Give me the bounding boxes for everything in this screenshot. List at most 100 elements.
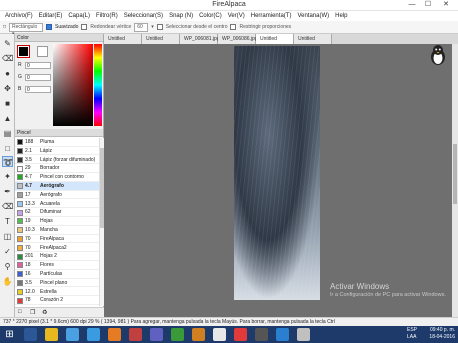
- from-center-checkbox[interactable]: [156, 24, 163, 30]
- menu-filtro[interactable]: Filtro(R): [93, 11, 121, 21]
- menu-color[interactable]: Color(C): [196, 11, 225, 21]
- file-explorer-icon[interactable]: [45, 328, 58, 341]
- maximize-button[interactable]: ☐: [420, 0, 436, 10]
- canvas-scrollbar-thumb[interactable]: [453, 144, 457, 204]
- document-tab[interactable]: WP_006081.jpg: [180, 34, 220, 44]
- brush-item[interactable]: 12.0 Estrella: [15, 288, 104, 297]
- brush-item[interactable]: 29 Borrador: [15, 164, 104, 173]
- brush-item[interactable]: 18 Flores: [15, 261, 104, 270]
- brush-item[interactable]: 4.7 Pincel con contorno: [15, 173, 104, 182]
- activation-watermark-text: Ir a Configuración de PC para activar Wi…: [330, 292, 446, 298]
- lasso-tool-icon[interactable]: ➰: [2, 156, 13, 167]
- text-tool-icon[interactable]: T: [2, 216, 13, 227]
- app-icon-red-2[interactable]: [234, 328, 247, 341]
- r-input[interactable]: 0: [25, 62, 51, 69]
- document-tab[interactable]: Untitled: [142, 34, 180, 44]
- fill-square-icon[interactable]: ■: [2, 98, 13, 109]
- brush-item[interactable]: 3.5 Lápiz (forzar difuminado): [15, 156, 104, 165]
- b-input[interactable]: 0: [25, 86, 51, 93]
- round-corner-stepper-icon[interactable]: ▾: [151, 23, 154, 31]
- canvas-image[interactable]: [234, 46, 320, 300]
- brush-item[interactable]: 188 Pluma: [15, 138, 104, 147]
- hand-tool-icon[interactable]: ✋: [2, 276, 13, 287]
- select-pen-icon[interactable]: ✒: [2, 186, 13, 197]
- brush-tool-icon[interactable]: ✎: [2, 38, 13, 49]
- menu-herramienta[interactable]: Herramienta(T): [248, 11, 295, 21]
- document-tab[interactable]: WP_006086.jpg: [218, 34, 258, 44]
- menu-ver[interactable]: Ver(V): [225, 11, 248, 21]
- chrome-icon[interactable]: [66, 328, 79, 341]
- hue-slider[interactable]: [94, 44, 102, 126]
- app-icon-purple[interactable]: [150, 328, 163, 341]
- app-icon-red[interactable]: [129, 328, 142, 341]
- title-bar: FireAlpaca — ☐ ✕: [0, 0, 458, 11]
- eyedropper-tool-icon[interactable]: ✓: [2, 246, 13, 257]
- bucket-tool-icon[interactable]: ▲: [2, 113, 13, 124]
- menu-capa[interactable]: Capa(L): [65, 11, 93, 21]
- divide-tool-icon[interactable]: ◫: [2, 231, 13, 242]
- windows-taskbar: ⊞ ESP LAA 09:40 p. m. 18-04-2016: [0, 326, 458, 343]
- background-color-swatch[interactable]: [37, 46, 48, 57]
- gradient-tool-icon[interactable]: ▤: [2, 128, 13, 139]
- brush-item[interactable]: 10.3 Mancha: [15, 226, 104, 235]
- brush-item[interactable]: 4.7 Aerógrafo: [15, 182, 104, 191]
- dot-tool-icon[interactable]: ●: [2, 68, 13, 79]
- app-icon-gray[interactable]: [255, 328, 268, 341]
- brush-color-swatch: [17, 156, 23, 163]
- brush-item[interactable]: 62 Difuminar: [15, 208, 104, 217]
- color-panel-header: Color: [15, 34, 103, 42]
- brush-item[interactable]: 70 FireAlpaca: [15, 235, 104, 244]
- move-tool-icon[interactable]: ✥: [2, 83, 13, 94]
- delete-brush-icon[interactable]: ♻: [42, 309, 47, 316]
- menu-editar[interactable]: Editar(E): [36, 11, 66, 21]
- brush-item[interactable]: 19 Hojas: [15, 217, 104, 226]
- foreground-color-swatch[interactable]: [17, 45, 30, 58]
- brush-item[interactable]: 2.1 Lápiz: [15, 147, 104, 156]
- round-corner-input[interactable]: 60: [134, 22, 149, 32]
- document-tab[interactable]: Untitled: [104, 34, 142, 44]
- brush-item[interactable]: 201 Hojas 2: [15, 252, 104, 261]
- restrict-proportions-checkbox[interactable]: [230, 24, 237, 30]
- brush-item[interactable]: 3.5 Pincel plano: [15, 279, 104, 288]
- document-tab[interactable]: Untitled: [256, 34, 294, 44]
- app-icon-green[interactable]: [171, 328, 184, 341]
- ie-icon[interactable]: [87, 328, 100, 341]
- brush-item[interactable]: 78 Corazón 2: [15, 296, 104, 305]
- brush-item[interactable]: 13.3 Acuarela: [15, 200, 104, 209]
- menu-help[interactable]: Help: [332, 11, 350, 21]
- app-icon-blue[interactable]: [276, 328, 289, 341]
- language-indicator[interactable]: ESP LAA: [407, 327, 417, 341]
- start-icon[interactable]: ⊞: [3, 328, 16, 341]
- canvas-scrollbar[interactable]: [452, 44, 458, 317]
- rectangle-select-icon: □: [3, 24, 7, 30]
- select-eraser-icon[interactable]: ⌫: [2, 201, 13, 212]
- duplicate-brush-icon[interactable]: ❐: [30, 309, 35, 316]
- close-button[interactable]: ✕: [438, 0, 454, 10]
- app-icon-light[interactable]: [297, 328, 310, 341]
- select-tool-icon[interactable]: □: [2, 143, 13, 154]
- minimize-button[interactable]: —: [404, 0, 420, 10]
- antialias-checkbox[interactable]: [46, 24, 53, 30]
- menu-seleccionar[interactable]: Seleccionar(S): [121, 11, 166, 21]
- menu-ventana[interactable]: Ventana(W): [294, 11, 332, 21]
- brush-item[interactable]: 16 Partículas: [15, 270, 104, 279]
- shape-select[interactable]: Rectángulo ▾: [9, 22, 44, 37]
- zoom-tool-icon[interactable]: ⚲: [2, 261, 13, 272]
- brush-item[interactable]: 70 FireAlpaca2: [15, 244, 104, 253]
- firefox-icon[interactable]: [108, 328, 121, 341]
- add-brush-icon[interactable]: □: [18, 309, 22, 315]
- chrome-icon-2[interactable]: [213, 328, 226, 341]
- round-corner-checkbox[interactable]: [81, 24, 88, 30]
- eraser-tool-icon[interactable]: ⌫: [2, 53, 13, 64]
- activation-watermark-title: Activar Windows: [330, 282, 390, 291]
- magic-wand-icon[interactable]: ✦: [2, 171, 13, 182]
- brush-item[interactable]: 17 Aerógrafo: [15, 191, 104, 200]
- clock[interactable]: 09:40 p. m. 18-04-2016: [429, 327, 455, 341]
- document-tab[interactable]: Untitled: [294, 34, 332, 44]
- firealpaca-icon[interactable]: [192, 328, 205, 341]
- g-input[interactable]: 0: [25, 74, 51, 81]
- menu-snap[interactable]: Snap (N): [166, 11, 196, 21]
- word-icon[interactable]: [24, 328, 37, 341]
- saturation-value-picker[interactable]: [53, 44, 93, 126]
- menu-archivo[interactable]: Archivo(F): [2, 11, 36, 21]
